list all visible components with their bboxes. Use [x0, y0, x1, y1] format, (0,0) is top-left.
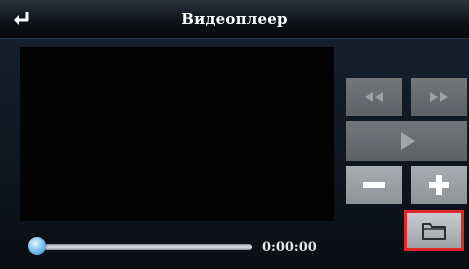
video-display[interactable] [20, 47, 334, 221]
volume-up-button[interactable] [411, 166, 467, 204]
progress-bar[interactable] [34, 244, 252, 250]
rewind-button[interactable] [346, 78, 402, 116]
back-button[interactable] [8, 6, 36, 32]
elapsed-time: 0:00:00 [262, 240, 317, 255]
fast-forward-icon [430, 92, 448, 102]
plus-icon [429, 175, 449, 195]
minus-icon [363, 182, 385, 188]
page-title: Видеоплеер [181, 10, 288, 28]
play-button[interactable] [346, 121, 467, 161]
play-icon [400, 132, 415, 150]
rewind-icon [365, 92, 383, 102]
volume-down-button[interactable] [346, 166, 402, 204]
header-bar: Видеоплеер [0, 0, 469, 39]
open-folder-button[interactable] [404, 210, 464, 251]
folder-icon [422, 222, 446, 240]
video-player-screen: Видеоплеер 0:00:00 [0, 0, 469, 269]
progress-knob[interactable] [28, 237, 46, 255]
fast-forward-button[interactable] [411, 78, 467, 116]
return-arrow-icon [14, 12, 29, 25]
